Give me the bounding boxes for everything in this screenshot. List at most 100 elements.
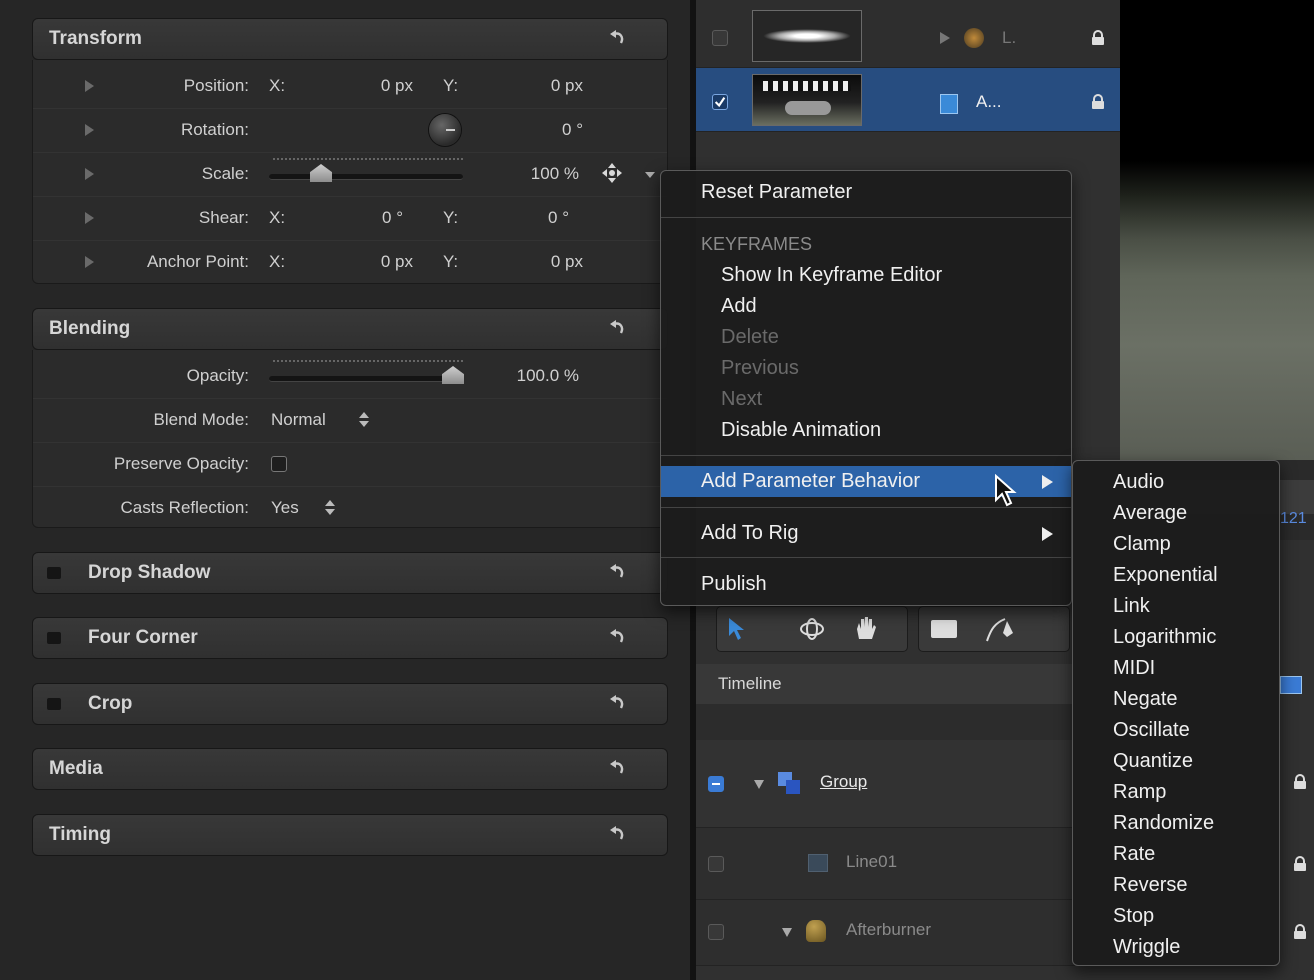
rectangle-tool-icon[interactable] xyxy=(931,620,957,638)
stepper-arrows-icon[interactable] xyxy=(325,500,335,516)
anchor-y-value[interactable]: 0 px xyxy=(513,240,583,284)
casts-reflection-select[interactable]: Yes xyxy=(271,486,299,530)
blending-header[interactable]: Blending xyxy=(32,308,668,350)
menu-item-add-keyframe[interactable]: Add xyxy=(661,291,1071,322)
layer-group-row[interactable]: Group xyxy=(696,740,1120,828)
layer-enable-checkbox[interactable] xyxy=(712,30,728,46)
layer-enable-checkbox[interactable] xyxy=(708,856,724,872)
onscreen-controls-icon[interactable] xyxy=(601,162,623,184)
menu-item-previous-keyframe: Previous xyxy=(721,357,799,379)
transform-body: Position: X: 0 px Y: 0 px Rotation: 0 ° … xyxy=(32,60,668,284)
behavior-wriggle[interactable]: Wriggle xyxy=(1113,932,1180,963)
stepper-arrows-icon[interactable] xyxy=(359,412,369,428)
lock-icon[interactable] xyxy=(1294,924,1306,939)
drop-shadow-enable-checkbox[interactable] xyxy=(47,567,61,579)
opacity-value[interactable]: 100.0 % xyxy=(489,354,579,398)
reset-icon[interactable] xyxy=(607,318,629,340)
3d-transform-icon[interactable] xyxy=(799,617,825,641)
reset-icon[interactable] xyxy=(607,28,629,50)
opacity-ticks xyxy=(273,360,463,366)
drop-shadow-header[interactable]: Drop Shadow xyxy=(32,552,668,594)
lock-icon[interactable] xyxy=(1294,774,1306,789)
preserve-opacity-checkbox[interactable] xyxy=(271,456,287,472)
group-name[interactable]: Group xyxy=(820,772,867,792)
scale-value[interactable]: 100 % xyxy=(507,152,579,196)
behavior-reverse[interactable]: Reverse xyxy=(1113,870,1187,901)
pan-hand-icon[interactable] xyxy=(853,615,879,641)
blend-mode-label: Blend Mode: xyxy=(153,410,249,429)
shape-layer-icon xyxy=(808,854,828,872)
behavior-average[interactable]: Average xyxy=(1113,498,1187,529)
disclosure-triangle-icon[interactable] xyxy=(85,124,94,136)
scale-slider[interactable] xyxy=(269,174,463,180)
drop-shadow-title: Drop Shadow xyxy=(88,562,211,583)
disclosure-triangle-icon[interactable] xyxy=(782,928,792,937)
position-x-value[interactable]: 0 px xyxy=(343,64,413,108)
layer-enable-checkbox[interactable] xyxy=(708,776,724,792)
rotation-row: Rotation: 0 ° xyxy=(33,108,667,153)
select-arrow-icon[interactable] xyxy=(727,616,747,642)
behavior-link[interactable]: Link xyxy=(1113,591,1150,622)
behavior-negate[interactable]: Negate xyxy=(1113,684,1178,715)
rotation-dial[interactable] xyxy=(429,114,461,146)
shear-x-value[interactable]: 0 ° xyxy=(333,196,403,240)
disclosure-triangle-icon[interactable] xyxy=(85,256,94,268)
behavior-rate[interactable]: Rate xyxy=(1113,839,1155,870)
four-corner-header[interactable]: Four Corner xyxy=(32,617,668,659)
blending-body: Opacity: 100.0 % Blend Mode: Normal Pres… xyxy=(32,350,668,528)
behavior-midi[interactable]: MIDI xyxy=(1113,653,1155,684)
menu-item-show-in-keyframe-editor[interactable]: Show In Keyframe Editor xyxy=(661,260,1071,291)
reset-icon[interactable] xyxy=(607,693,629,715)
reset-icon[interactable] xyxy=(607,758,629,780)
behavior-quantize[interactable]: Quantize xyxy=(1113,746,1193,777)
crop-header[interactable]: Crop xyxy=(32,683,668,725)
shear-y-value[interactable]: 0 ° xyxy=(499,196,569,240)
behavior-exponential[interactable]: Exponential xyxy=(1113,560,1218,591)
layer-row[interactable]: Line01 xyxy=(696,828,1120,900)
behavior-clamp[interactable]: Clamp xyxy=(1113,529,1171,560)
menu-item-disable-animation[interactable]: Disable Animation xyxy=(661,415,1071,446)
anchor-x-value[interactable]: 0 px xyxy=(343,240,413,284)
media-header[interactable]: Media xyxy=(32,748,668,790)
disclosure-triangle-icon[interactable] xyxy=(85,168,94,180)
layer-row[interactable]: Afterburner xyxy=(696,900,1120,966)
transform-header[interactable]: Transform xyxy=(32,18,668,60)
behavior-randomize[interactable]: Randomize xyxy=(1113,808,1214,839)
menu-item-reset-parameter[interactable]: Reset Parameter xyxy=(661,177,1071,208)
behavior-audio[interactable]: Audio xyxy=(1113,467,1164,498)
layer-row[interactable]: L. xyxy=(696,0,1120,68)
add-to-rig-label: Add To Rig xyxy=(701,522,799,544)
animation-menu-arrow-icon[interactable] xyxy=(645,172,655,178)
behavior-oscillate[interactable]: Oscillate xyxy=(1113,715,1190,746)
layer-enable-checkbox[interactable] xyxy=(712,94,728,110)
opacity-slider[interactable] xyxy=(269,376,463,382)
scale-ticks xyxy=(273,158,463,164)
menu-item-add-to-rig[interactable]: Add To Rig xyxy=(661,518,1071,549)
lock-icon[interactable] xyxy=(1294,856,1306,871)
reset-icon[interactable] xyxy=(607,824,629,846)
disclosure-triangle-icon[interactable] xyxy=(85,80,94,92)
lock-icon[interactable] xyxy=(1092,30,1104,45)
position-y-label: Y: xyxy=(443,76,459,95)
bezier-pen-icon[interactable] xyxy=(985,615,1017,643)
four-corner-enable-checkbox[interactable] xyxy=(47,632,61,644)
disclosure-triangle-icon[interactable] xyxy=(754,780,764,789)
reset-icon[interactable] xyxy=(607,562,629,584)
group-icon xyxy=(1280,676,1302,694)
crop-enable-checkbox[interactable] xyxy=(47,698,61,710)
reset-icon[interactable] xyxy=(607,627,629,649)
behavior-stop[interactable]: Stop xyxy=(1113,901,1154,932)
behavior-ramp[interactable]: Ramp xyxy=(1113,777,1166,808)
menu-item-publish[interactable]: Publish xyxy=(661,569,1071,600)
rotation-value[interactable]: 0 ° xyxy=(513,108,583,152)
blend-mode-select[interactable]: Normal xyxy=(271,398,326,442)
layer-row-selected[interactable]: A... xyxy=(696,68,1120,132)
disclosure-triangle-icon[interactable] xyxy=(85,212,94,224)
behavior-logarithmic[interactable]: Logarithmic xyxy=(1113,622,1216,653)
position-y-value[interactable]: 0 px xyxy=(513,64,583,108)
layer-enable-checkbox[interactable] xyxy=(708,924,724,940)
timing-header[interactable]: Timing xyxy=(32,814,668,856)
lock-icon[interactable] xyxy=(1092,94,1104,109)
canvas-viewer[interactable] xyxy=(1120,0,1314,460)
timeline-ruler xyxy=(696,704,1120,741)
